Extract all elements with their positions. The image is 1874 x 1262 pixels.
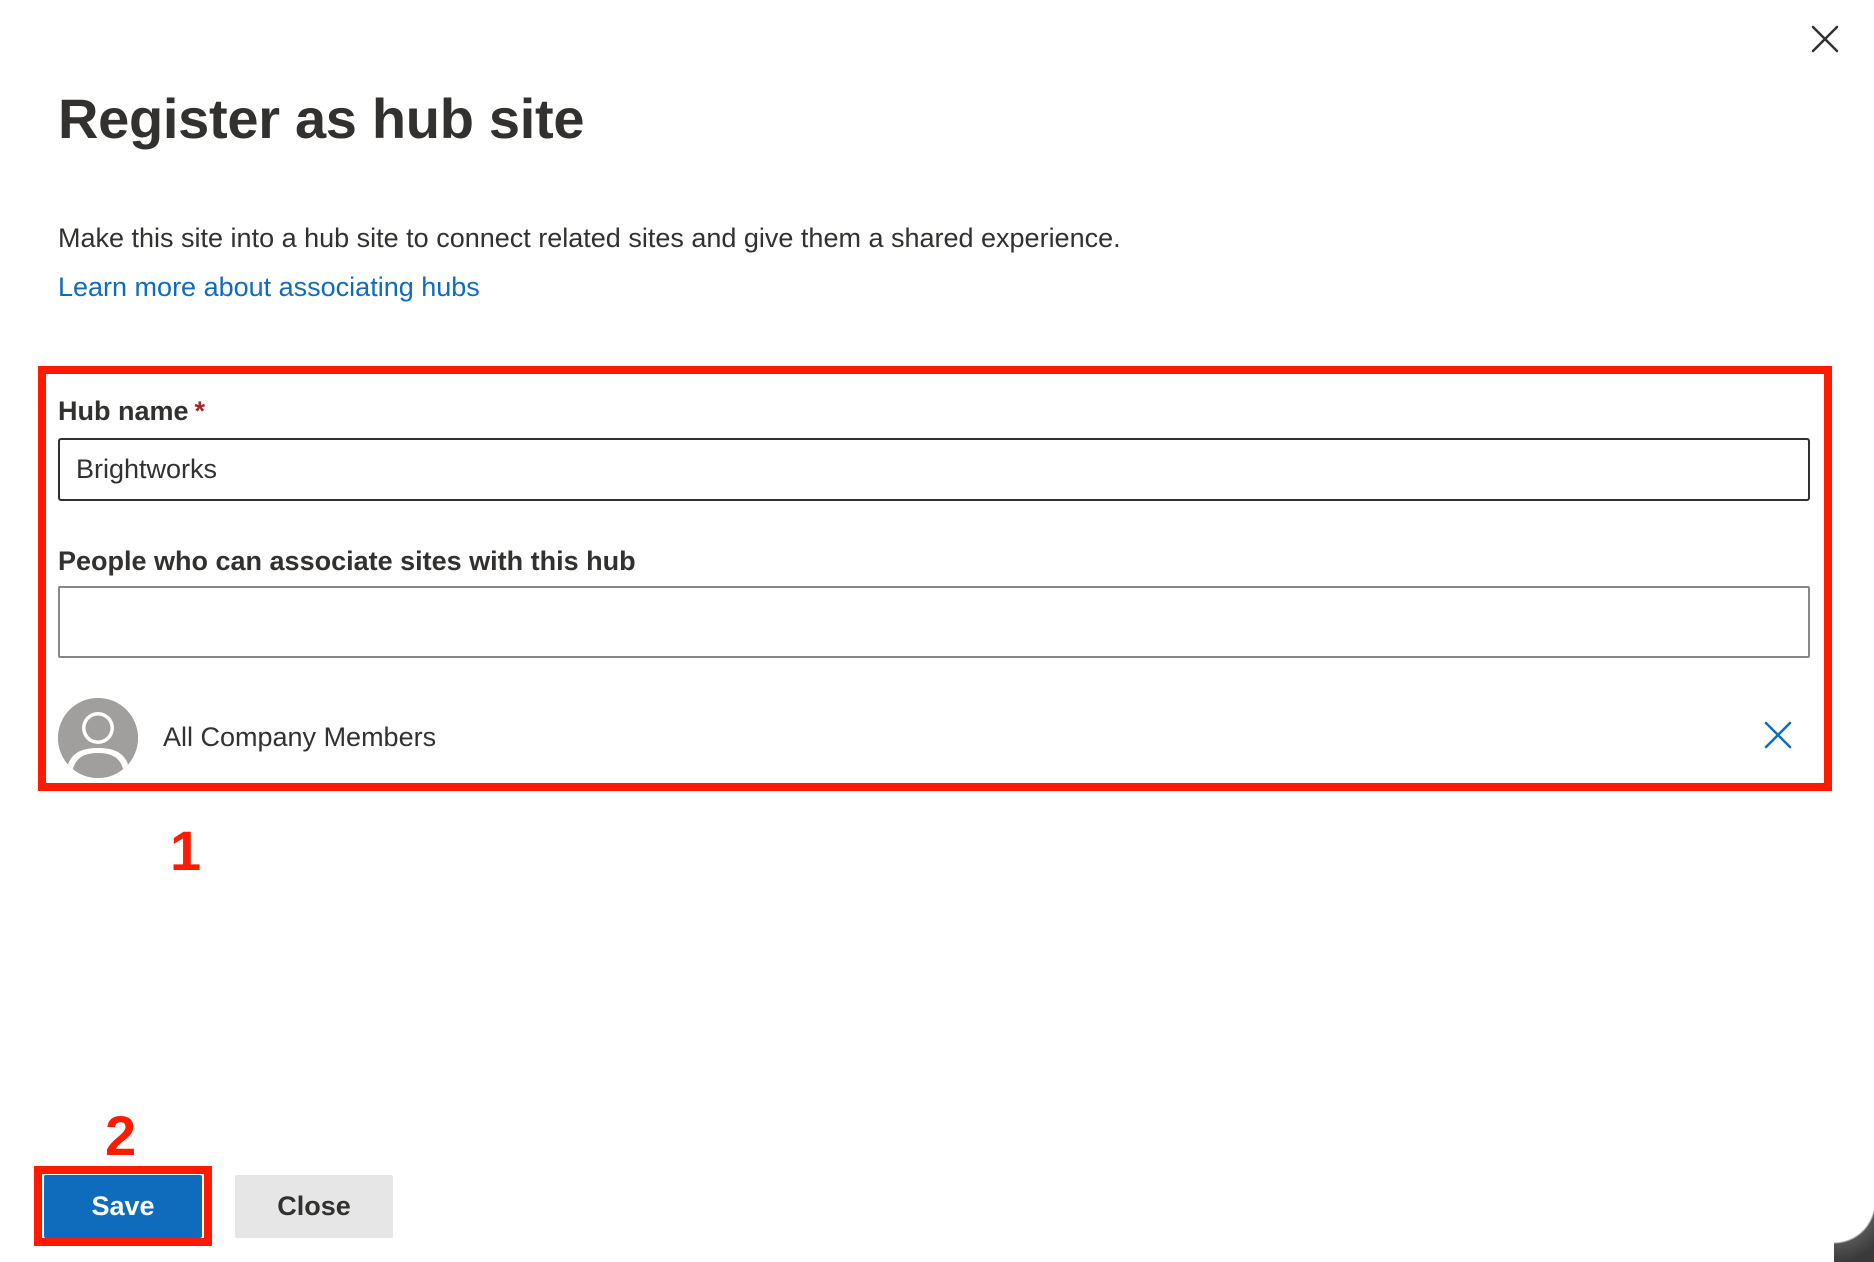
hub-name-label: Hub name * [58, 396, 205, 427]
learn-more-link[interactable]: Learn more about associating hubs [58, 272, 480, 303]
dialog-title: Register as hub site [58, 87, 585, 150]
selected-person-item: All Company Members [58, 696, 1810, 780]
save-button[interactable]: Save [44, 1175, 202, 1238]
close-icon[interactable] [1808, 22, 1842, 56]
required-marker: * [194, 396, 206, 426]
people-label: People who can associate sites with this… [58, 546, 636, 576]
person-name: All Company Members [163, 722, 437, 752]
people-picker-input[interactable] [58, 586, 1810, 658]
close-button[interactable]: Close [235, 1175, 393, 1238]
remove-icon[interactable] [1763, 720, 1793, 750]
annotation-step-2: 2 [105, 1104, 137, 1167]
register-hub-dialog: Register as hub site Make this site into… [0, 0, 1874, 1262]
dialog-description: Make this site into a hub site to connec… [58, 223, 1121, 253]
hub-name-label-text: Hub name [58, 396, 189, 426]
annotation-step-1: 1 [170, 819, 202, 882]
hub-name-input[interactable] [58, 438, 1810, 501]
window-corner [1834, 1202, 1874, 1262]
person-avatar-icon [58, 698, 138, 778]
